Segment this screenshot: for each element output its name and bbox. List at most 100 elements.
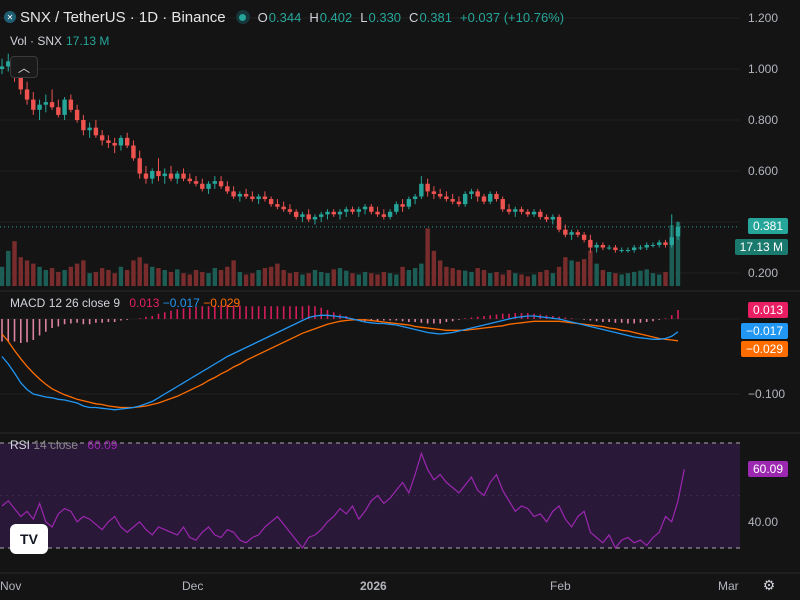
open-value: 0.344 bbox=[268, 9, 302, 25]
candle-body bbox=[400, 204, 405, 207]
candle-body bbox=[387, 211, 393, 217]
candle-body bbox=[606, 247, 612, 249]
volume-bar bbox=[306, 273, 311, 286]
volume-bar bbox=[519, 274, 524, 286]
close-value: 0.381 bbox=[419, 9, 452, 25]
candle-body bbox=[575, 232, 581, 235]
volume-bar bbox=[49, 268, 55, 286]
volume-bar bbox=[293, 271, 299, 286]
candle-body bbox=[275, 204, 280, 207]
collapse-legend-button[interactable]: ︿ bbox=[10, 56, 38, 78]
candle-body bbox=[187, 178, 192, 182]
volume-bar bbox=[588, 250, 593, 286]
macd-legend[interactable]: MACD 12 26 close 9 0.013 −0.017 −0.029 bbox=[10, 296, 240, 310]
candle-body bbox=[550, 216, 556, 220]
macd-signal-value: −0.029 bbox=[203, 296, 241, 310]
candle-body bbox=[306, 214, 311, 220]
volume-bar bbox=[68, 266, 74, 286]
volume-bar bbox=[137, 257, 142, 286]
volume-bar bbox=[394, 274, 399, 286]
tradingview-logo[interactable]: TV bbox=[10, 524, 48, 554]
volume-bar bbox=[419, 263, 424, 286]
candle-body bbox=[300, 214, 305, 217]
symbol-title[interactable]: SNX / TetherUS · 1D · Binance bbox=[20, 9, 226, 26]
candle-body bbox=[181, 173, 186, 179]
volume-bar bbox=[93, 271, 99, 286]
volume-bar bbox=[613, 273, 618, 286]
candle-body bbox=[256, 196, 261, 200]
macd-label: MACD bbox=[10, 296, 46, 310]
volume-bar bbox=[450, 268, 455, 286]
volume-bar bbox=[99, 268, 105, 286]
volume-bar bbox=[444, 266, 449, 286]
volume-bar bbox=[256, 270, 261, 286]
volume-bar bbox=[312, 270, 318, 286]
volume-bar bbox=[644, 269, 649, 286]
candle-body bbox=[237, 193, 243, 197]
candle-body bbox=[675, 226, 681, 237]
rsi-legend[interactable]: RSI 14 close 60.09 bbox=[10, 438, 117, 452]
candle-body bbox=[137, 158, 142, 174]
volume-bar bbox=[606, 271, 612, 286]
snx-coin-icon: ✕ bbox=[4, 11, 16, 23]
rsi-value: 60.09 bbox=[87, 438, 118, 452]
candle-body bbox=[281, 206, 286, 210]
volume-bar bbox=[81, 260, 86, 286]
volume-legend[interactable]: Vol · SNX 17.13 M bbox=[10, 34, 109, 48]
volume-bar bbox=[287, 273, 293, 286]
chevron-up-icon: ︿ bbox=[17, 60, 30, 75]
volume-bar bbox=[350, 273, 355, 286]
volume-bar bbox=[381, 271, 387, 286]
volume-bar bbox=[268, 266, 274, 286]
candle-body bbox=[68, 99, 74, 110]
time-axis-label: Nov bbox=[0, 579, 21, 593]
candle-body bbox=[625, 250, 631, 252]
candle-body bbox=[49, 102, 55, 108]
candle-body bbox=[43, 102, 49, 105]
close-label: C bbox=[409, 9, 419, 25]
volume-bar bbox=[506, 270, 512, 286]
candle-body bbox=[156, 171, 161, 177]
live-status-icon bbox=[235, 10, 250, 24]
candle-body bbox=[268, 199, 274, 205]
candle-body bbox=[412, 196, 418, 200]
open-label: O bbox=[257, 9, 268, 25]
macd-axis-label: −0.100 bbox=[748, 387, 785, 401]
time-axis-label: Feb bbox=[550, 579, 571, 593]
candle-body bbox=[369, 206, 374, 212]
volume-bar bbox=[494, 271, 499, 286]
candle-body bbox=[319, 214, 324, 217]
volume-bar bbox=[187, 274, 192, 286]
volume-bar bbox=[400, 266, 405, 286]
last-price-tag: 0.381 bbox=[747, 218, 788, 234]
rsi-axis-label: 40.00 bbox=[748, 515, 778, 529]
volume-bar bbox=[206, 273, 211, 286]
volume-bar bbox=[24, 260, 30, 286]
rsi-tag: 60.09 bbox=[747, 461, 788, 477]
settings-gear-icon[interactable]: ⚙ bbox=[760, 576, 778, 594]
candle-body bbox=[206, 183, 211, 189]
volume-bar bbox=[431, 250, 437, 286]
volume-bar bbox=[156, 268, 161, 286]
candle-body bbox=[600, 244, 606, 248]
candle-body bbox=[293, 211, 299, 217]
macd-line-value: −0.017 bbox=[162, 296, 200, 310]
candle-body bbox=[31, 99, 36, 110]
volume-bar bbox=[106, 270, 111, 286]
volume-bar bbox=[162, 270, 167, 286]
candle-body bbox=[287, 209, 293, 212]
volume-bar bbox=[262, 268, 268, 286]
candle-body bbox=[62, 99, 67, 115]
volume-bar bbox=[325, 273, 330, 286]
volume-bar bbox=[456, 270, 462, 286]
volume-bar bbox=[250, 273, 255, 286]
volume-bar bbox=[281, 270, 286, 286]
time-axis-label: Dec bbox=[182, 579, 203, 593]
candle-body bbox=[356, 209, 361, 212]
volume-bar bbox=[531, 274, 537, 286]
price-axis-label: 1.000 bbox=[748, 62, 778, 76]
candle-body bbox=[150, 171, 155, 179]
volume-bar bbox=[469, 271, 474, 286]
volume-bar bbox=[56, 271, 61, 286]
candle-body bbox=[381, 214, 387, 217]
